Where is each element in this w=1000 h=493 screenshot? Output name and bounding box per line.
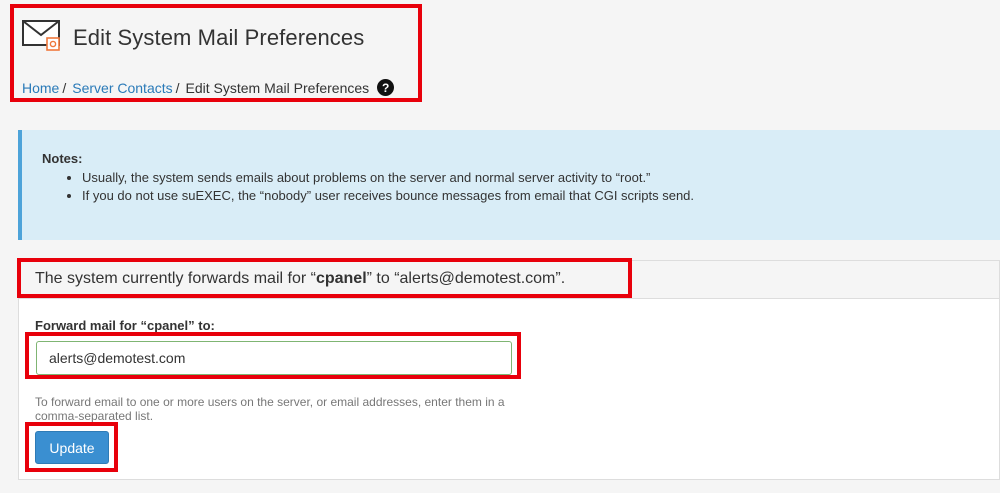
forwarding-panel: The system currently forwards mail for “… [18,260,1000,480]
forward-help-text: To forward email to one or more users on… [35,395,505,423]
page-header: Edit System Mail Preferences Home / Serv… [22,18,412,96]
forwarding-status: The system currently forwards mail for “… [19,261,999,299]
notes-item: If you do not use suEXEC, the “nobody” u… [82,188,980,203]
notes-title: Notes: [42,151,83,166]
notes-callout: Notes: Usually, the system sends emails … [18,130,1000,240]
breadcrumb-current: Edit System Mail Preferences [185,79,370,96]
notes-item: Usually, the system sends emails about p… [82,170,980,185]
breadcrumb-separator: / [175,79,180,96]
update-button[interactable]: Update [35,431,109,464]
forward-mail-label: Forward mail for “cpanel” to: [35,318,215,333]
status-user: cpanel [315,270,367,287]
help-icon[interactable]: ? [377,79,395,96]
status-prefix: The system currently forwards mail for “ [35,270,316,287]
status-suffix: ” to “alerts@demotest.com”. [366,270,566,287]
breadcrumb-server-contacts-link[interactable]: Server Contacts [72,80,172,96]
forward-email-input[interactable] [36,341,512,375]
notes-list: Usually, the system sends emails about p… [42,170,980,203]
breadcrumb-separator: / [62,79,67,96]
page-title: Edit System Mail Preferences [73,24,365,50]
title-row: Edit System Mail Preferences [22,18,412,57]
mail-gear-icon [22,18,73,57]
breadcrumb-home-link[interactable]: Home [22,80,59,96]
breadcrumb: Home / Server Contacts / Edit System Mai… [22,79,412,96]
